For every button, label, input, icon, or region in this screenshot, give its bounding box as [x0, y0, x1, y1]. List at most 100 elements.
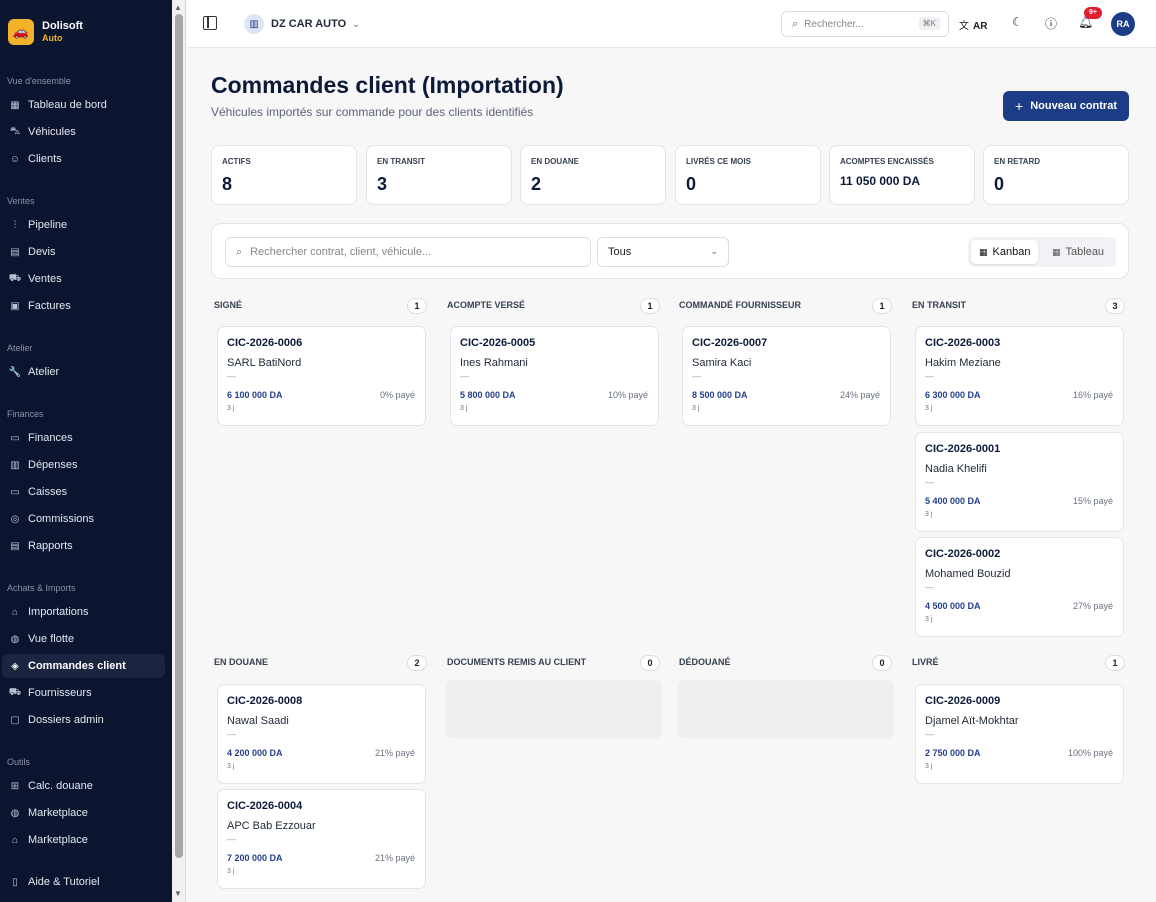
new-contract-button[interactable]: + Nouveau contrat — [1003, 91, 1129, 121]
kpi-card-late: En retard 0 — [983, 145, 1129, 205]
vehicle-placeholder: — — [925, 371, 934, 381]
user-avatar[interactable]: RA — [1111, 12, 1135, 36]
client-name: Mohamed Bouzid — [925, 568, 1011, 580]
sidebar-item-reports[interactable]: ▤ Rapports — [2, 534, 165, 558]
kpi-card-deposits: Acomptes encaissés 11 050 000 DA — [829, 145, 975, 205]
scroll-thumb[interactable] — [175, 14, 183, 858]
contract-card[interactable]: CIC-2026-0008 Nawal Saadi — 4 200 000 DA… — [217, 684, 426, 784]
column-count: 2 — [407, 655, 427, 671]
chevron-down-icon: ⌄ — [352, 18, 360, 29]
contract-card[interactable]: CIC-2026-0005 Ines Rahmani — 5 800 000 D… — [450, 326, 659, 426]
kpi-value: 0 — [686, 174, 697, 194]
client-name: Hakim Meziane — [925, 357, 1001, 369]
client-name: Nadia Khelifi — [925, 463, 987, 475]
table-icon: ▦ — [1052, 246, 1061, 257]
language-switch[interactable]: 文 AR — [959, 17, 987, 32]
sidebar-item-quotes[interactable]: ▤ Devis — [2, 240, 165, 264]
status-filter-value: Tous — [608, 246, 632, 258]
vehicle-placeholder: — — [925, 729, 934, 739]
table-view-button[interactable]: ▦ Tableau — [1044, 240, 1112, 264]
client-name: APC Bab Ezzouar — [227, 820, 316, 832]
vehicle-placeholder: — — [692, 371, 701, 381]
sidebar-item-clients[interactable]: ☺ Clients — [2, 147, 165, 171]
globe-icon: ◍ — [10, 633, 20, 645]
help-icon[interactable]: ⓘ — [1045, 15, 1057, 32]
vehicle-placeholder: — — [227, 371, 236, 381]
contract-amount: 5 400 000 DA — [925, 496, 981, 506]
sidebar-item-imports[interactable]: ⌂ Importations — [2, 600, 165, 624]
sidebar-item-admin-files[interactable]: ▢ Dossiers admin — [2, 708, 165, 732]
sidebar-item-pipeline[interactable]: ⫶ Pipeline — [2, 213, 165, 237]
sidebar-scrollbar[interactable]: ▲ ▼ — [172, 0, 186, 902]
kpi-label: Actifs — [222, 157, 251, 166]
sidebar-item-cashboxes[interactable]: ▭ Caisses — [2, 480, 165, 504]
sidebar-item-client-orders[interactable]: ◈ Commandes client — [2, 654, 165, 678]
sidebar-item-commissions[interactable]: ◎ Commissions — [2, 507, 165, 531]
grid-icon: ▦ — [10, 99, 20, 111]
sidebar-item-help[interactable]: ▯ Aide & Tutoriel — [2, 870, 165, 894]
section-title-purchases: Achats & Imports — [7, 583, 76, 593]
contract-card[interactable]: CIC-2026-0003 Hakim Meziane — 6 300 000 … — [915, 326, 1124, 426]
sidebar-item-invoices[interactable]: ▣ Factures — [2, 294, 165, 318]
contract-card[interactable]: CIC-2026-0001 Nadia Khelifi — 5 400 000 … — [915, 432, 1124, 532]
sidebar-item-customs-calc[interactable]: ⊞ Calc. douane — [2, 774, 165, 798]
paid-percent: 16% payé — [1072, 390, 1113, 400]
section-title-finances: Finances — [7, 409, 44, 419]
column-title: Documents remis au client — [447, 657, 587, 667]
sidebar-item-finances[interactable]: ▭ Finances — [2, 426, 165, 450]
global-search-input[interactable]: ⌕ Rechercher... ⌘K — [781, 11, 949, 37]
sidebar-item-marketplace[interactable]: ◍ Marketplace — [2, 801, 165, 825]
pipeline-icon: ⫶ — [13, 219, 17, 231]
contract-code: CIC-2026-0005 — [460, 337, 536, 349]
moon-icon[interactable]: ☾ — [1012, 15, 1023, 29]
sidebar-item-label: Fournisseurs — [28, 687, 92, 699]
scroll-down-arrow-icon[interactable]: ▼ — [174, 889, 182, 898]
column-count: 1 — [872, 298, 892, 314]
filter-bar: ⌕ Rechercher contrat, client, véhicule..… — [211, 223, 1129, 279]
scroll-up-arrow-icon[interactable]: ▲ — [174, 3, 182, 12]
sidebar-item-expenses[interactable]: ▥ Dépenses — [2, 453, 165, 477]
sidebar-item-label: Calc. douane — [28, 780, 93, 792]
sidebar-item-vehicles[interactable]: ⛍ Véhicules — [2, 120, 165, 144]
search-placeholder: Rechercher... — [804, 18, 864, 30]
contract-code: CIC-2026-0009 — [925, 695, 1001, 707]
age-days: 3 j — [460, 405, 468, 412]
age-days: 3 j — [925, 511, 933, 518]
kanban-icon: ▦ — [979, 246, 988, 257]
vehicle-placeholder: — — [925, 582, 934, 592]
sidebar-item-dashboard[interactable]: ▦ Tableau de bord — [2, 93, 165, 117]
contract-card[interactable]: CIC-2026-0007 Samira Kaci — 8 500 000 DA… — [682, 326, 891, 426]
paid-percent: 21% payé — [374, 853, 415, 863]
contract-card[interactable]: CIC-2026-0004 APC Bab Ezzouar — 7 200 00… — [217, 789, 426, 889]
users-icon: ☺ — [9, 153, 21, 165]
sidebar-item-sales[interactable]: ⛟ Ventes — [2, 267, 165, 291]
column-header-ordered-supplier: Commandé fournisseur 1 — [676, 298, 892, 314]
brand[interactable]: 🚗 Dolisoft Auto — [0, 0, 172, 48]
kpi-label: Acomptes encaissés — [840, 157, 934, 166]
kanban-view-button[interactable]: ▦ Kanban — [971, 240, 1039, 264]
column-count: 0 — [872, 655, 892, 671]
sidebar-item-workshop[interactable]: 🔧 Atelier — [2, 360, 165, 384]
topbar: ▥ DZ CAR AUTO ⌄ ⌕ Rechercher... ⌘K 文 AR ☾… — [187, 0, 1156, 48]
age-days: 3 j — [227, 405, 235, 412]
contract-card[interactable]: CIC-2026-0006 SARL BatiNord — 6 100 000 … — [217, 326, 426, 426]
column-header-cleared: Dédouané 0 — [676, 655, 892, 671]
sidebar-toggle-icon[interactable] — [203, 16, 217, 30]
chevron-down-icon: ⌄ — [710, 246, 718, 256]
translate-icon: 文 — [959, 21, 969, 32]
sidebar-item-marketplace-store[interactable]: ⌂ Marketplace — [2, 828, 165, 852]
workspace-switcher[interactable]: ▥ DZ CAR AUTO ⌄ — [244, 12, 360, 36]
contract-search-input[interactable]: ⌕ Rechercher contrat, client, véhicule..… — [225, 237, 591, 267]
status-filter-select[interactable]: Tous ⌄ — [597, 237, 729, 267]
contract-card[interactable]: CIC-2026-0009 Djamel Aït-Mokhtar — 2 750… — [915, 684, 1124, 784]
age-days: 3 j — [925, 405, 933, 412]
sidebar-item-fleet-view[interactable]: ◍ Vue flotte — [2, 627, 165, 651]
section-title-overview: Vue d'ensemble — [7, 76, 71, 86]
contract-amount: 5 800 000 DA — [460, 390, 516, 400]
sidebar: 🚗 Dolisoft Auto Vue d'ensemble ▦ Tableau … — [0, 0, 172, 902]
contract-card[interactable]: CIC-2026-0002 Mohamed Bouzid — 4 500 000… — [915, 537, 1124, 637]
sidebar-item-suppliers[interactable]: ⛟ Fournisseurs — [2, 681, 165, 705]
contract-code: CIC-2026-0001 — [925, 443, 1001, 455]
cashbox-icon: ▭ — [10, 486, 20, 498]
contract-code: CIC-2026-0004 — [227, 800, 303, 812]
